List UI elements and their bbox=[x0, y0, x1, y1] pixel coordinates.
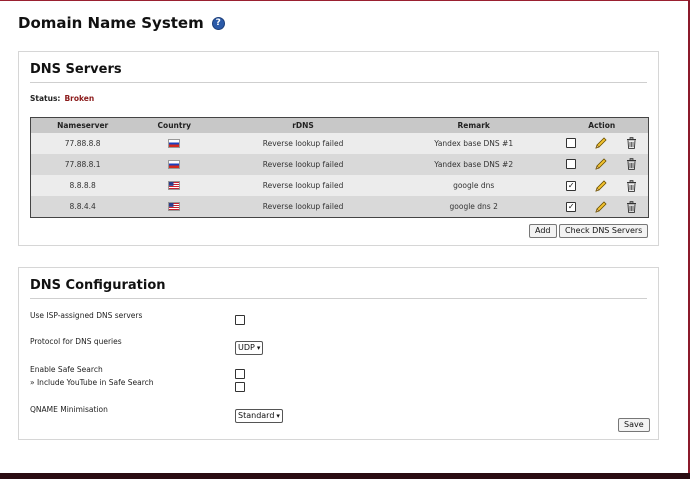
remark-cell: google dns bbox=[391, 175, 556, 196]
remark-cell: Yandex base DNS #2 bbox=[391, 154, 556, 175]
column-header-country: Country bbox=[134, 117, 215, 133]
delete-trash-icon[interactable] bbox=[626, 200, 637, 213]
nameserver-cell: 77.88.8.1 bbox=[30, 154, 135, 175]
remark-cell: google dns 2 bbox=[391, 196, 556, 218]
table-row: 8.8.8.8 Reverse lookup failed google dns ✓ bbox=[30, 175, 649, 196]
action-cell bbox=[555, 154, 649, 175]
protocol-select-value: UDP bbox=[238, 343, 255, 352]
qname-select-value: Standard bbox=[238, 411, 275, 420]
country-cell bbox=[134, 154, 215, 175]
enable-checkbox[interactable] bbox=[566, 159, 577, 169]
nameserver-cell: 8.8.4.4 bbox=[30, 196, 135, 218]
action-cell: ✓ bbox=[555, 196, 649, 218]
page-header: Domain Name System ? bbox=[18, 14, 225, 32]
russia-flag-icon bbox=[168, 160, 181, 170]
edit-pencil-icon[interactable] bbox=[594, 179, 608, 192]
rdns-cell: Reverse lookup failed bbox=[214, 196, 392, 218]
table-header-row: Nameserver Country rDNS Remark Action bbox=[30, 117, 649, 133]
action-cell: ✓ bbox=[555, 175, 649, 196]
usa-flag-icon bbox=[168, 202, 181, 212]
table-row: 8.8.4.4 Reverse lookup failed google dns 2… bbox=[30, 196, 649, 218]
delete-trash-icon[interactable] bbox=[626, 158, 637, 170]
window-top-edge bbox=[0, 0, 690, 1]
enable-checkbox[interactable] bbox=[566, 138, 577, 148]
action-cell bbox=[555, 133, 649, 154]
youtube-safe-search-label: » Include YouTube in Safe Search bbox=[30, 378, 154, 387]
dns-configuration-title: DNS Configuration bbox=[30, 278, 166, 293]
window-bottom-edge bbox=[0, 473, 690, 479]
edit-pencil-icon[interactable] bbox=[594, 137, 608, 149]
qname-minimisation-select[interactable]: Standard ▾ bbox=[235, 409, 283, 423]
dns-servers-table: Nameserver Country rDNS Remark Action 77… bbox=[30, 117, 649, 218]
nameserver-cell: 8.8.8.8 bbox=[30, 175, 135, 196]
dns-servers-panel: DNS Servers Status: Broken Nameserver Cou… bbox=[18, 51, 659, 246]
column-header-action: Action bbox=[555, 117, 649, 133]
protocol-label: Protocol for DNS queries bbox=[30, 337, 122, 346]
delete-trash-icon[interactable] bbox=[626, 179, 637, 192]
nameserver-cell: 77.88.8.8 bbox=[30, 133, 135, 154]
dns-configuration-panel: DNS Configuration Use ISP-assigned DNS s… bbox=[18, 267, 659, 440]
enable-checkbox[interactable]: ✓ bbox=[566, 201, 577, 212]
remark-cell: Yandex base DNS #1 bbox=[391, 133, 556, 154]
status-line: Status: Broken bbox=[30, 94, 94, 103]
help-icon[interactable]: ? bbox=[211, 16, 225, 30]
chevron-down-icon: ▾ bbox=[256, 344, 261, 352]
save-button[interactable]: Save bbox=[618, 418, 650, 432]
divider bbox=[30, 298, 647, 299]
edit-pencil-icon[interactable] bbox=[594, 158, 608, 170]
column-header-remark: Remark bbox=[391, 117, 556, 133]
check-dns-servers-button[interactable]: Check DNS Servers bbox=[559, 224, 649, 238]
usa-flag-icon bbox=[168, 181, 181, 191]
rdns-cell: Reverse lookup failed bbox=[214, 175, 392, 196]
safe-search-label: Enable Safe Search bbox=[30, 365, 103, 374]
qname-minimisation-label: QNAME Minimisation bbox=[30, 405, 108, 414]
column-header-rdns: rDNS bbox=[214, 117, 392, 133]
status-label: Status: bbox=[30, 94, 61, 103]
isp-dns-label: Use ISP-assigned DNS servers bbox=[30, 311, 143, 320]
country-cell bbox=[134, 175, 215, 196]
youtube-safe-search-checkbox[interactable] bbox=[235, 381, 245, 392]
dns-servers-title: DNS Servers bbox=[30, 62, 122, 77]
rdns-cell: Reverse lookup failed bbox=[214, 133, 392, 154]
divider bbox=[30, 82, 647, 83]
rdns-cell: Reverse lookup failed bbox=[214, 154, 392, 175]
table-row: 77.88.8.8 Reverse lookup failed Yandex bas… bbox=[30, 133, 649, 154]
country-cell bbox=[134, 196, 215, 218]
status-value: Broken bbox=[64, 94, 95, 103]
chevron-down-icon: ▾ bbox=[276, 412, 280, 420]
enable-checkbox[interactable]: ✓ bbox=[566, 180, 577, 191]
edit-pencil-icon[interactable] bbox=[594, 200, 608, 213]
russia-flag-icon bbox=[168, 139, 181, 149]
country-cell bbox=[134, 133, 215, 154]
delete-trash-icon[interactable] bbox=[626, 137, 637, 149]
isp-dns-checkbox[interactable] bbox=[235, 314, 245, 325]
add-button[interactable]: Add bbox=[529, 224, 557, 238]
column-header-nameserver: Nameserver bbox=[30, 117, 135, 133]
page-title: Domain Name System bbox=[18, 14, 204, 32]
protocol-select[interactable]: UDP ▾ bbox=[235, 341, 264, 355]
table-row: 77.88.8.1 Reverse lookup failed Yandex bas… bbox=[30, 154, 649, 175]
